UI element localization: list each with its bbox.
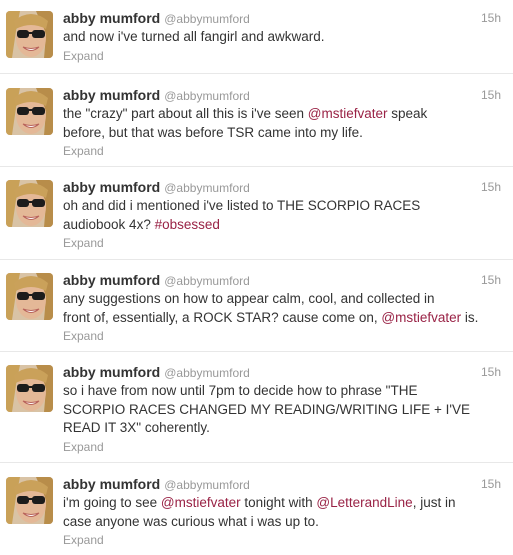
username[interactable]: @abbymumford: [164, 12, 250, 26]
expand-link[interactable]: Expand: [63, 48, 104, 65]
expand-link[interactable]: Expand: [63, 143, 104, 160]
timestamp[interactable]: 15h: [481, 477, 501, 491]
tweet-text-segment: any suggestions on how to appear calm, c…: [63, 291, 435, 325]
tweet-text: the "crazy" part about all this is i've …: [63, 105, 501, 142]
avatar[interactable]: [6, 88, 53, 135]
username[interactable]: @abbymumford: [164, 89, 250, 103]
timestamp[interactable]: 15h: [481, 365, 501, 379]
fullname[interactable]: abby mumford: [63, 87, 160, 103]
tweet[interactable]: abby mumford @abbymumford 15h and now i'v…: [0, 0, 513, 74]
hashtag-link[interactable]: #obsessed: [155, 217, 220, 232]
fullname[interactable]: abby mumford: [63, 476, 160, 492]
username[interactable]: @abbymumford: [164, 181, 250, 195]
avatar[interactable]: [6, 11, 53, 58]
tweet-text-segment: tonight with: [240, 495, 317, 510]
tweet-text: oh and did i mentioned i've listed to TH…: [63, 197, 501, 234]
tweet-text-segment: is.: [461, 309, 479, 325]
tweet[interactable]: abby mumford @abbymumford 15h oh and did …: [0, 167, 513, 260]
tweet-text-segment: and now i've turned all fangirl and awkw…: [63, 29, 325, 44]
username[interactable]: @abbymumford: [164, 478, 250, 492]
tweet-text: and now i've turned all fangirl and awkw…: [63, 28, 501, 47]
tweet[interactable]: abby mumford @abbymumford 15h i'm going t…: [0, 463, 513, 555]
timestamp[interactable]: 15h: [481, 273, 501, 287]
tweet-header: abby mumford @abbymumford: [63, 363, 501, 381]
mention-link[interactable]: @mstiefvater: [308, 106, 388, 121]
tweet-header: abby mumford @abbymumford: [63, 178, 501, 196]
expand-link[interactable]: Expand: [63, 235, 104, 252]
mention-link[interactable]: @mstiefvater: [381, 310, 461, 325]
tweet[interactable]: abby mumford @abbymumford 15h any suggest…: [0, 260, 513, 352]
tweet-text-segment: i'm going to see: [63, 495, 161, 510]
tweet-header: abby mumford @abbymumford: [63, 475, 501, 493]
username[interactable]: @abbymumford: [164, 274, 250, 288]
fullname[interactable]: abby mumford: [63, 364, 160, 380]
timestamp[interactable]: 15h: [481, 11, 501, 25]
fullname[interactable]: abby mumford: [63, 10, 160, 26]
tweet-header: abby mumford @abbymumford: [63, 86, 501, 104]
tweet[interactable]: abby mumford @abbymumford 15h the "crazy"…: [0, 74, 513, 167]
tweet-header: abby mumford @abbymumford: [63, 271, 501, 289]
tweet-text-segment: the "crazy" part about all this is i've …: [63, 106, 308, 121]
mention-link[interactable]: @LetterandLine: [316, 495, 412, 510]
tweet[interactable]: abby mumford @abbymumford 15h so i have f…: [0, 352, 513, 463]
expand-link[interactable]: Expand: [63, 532, 104, 549]
avatar[interactable]: [6, 180, 53, 227]
tweet-text-segment: oh and did i mentioned i've listed to TH…: [63, 198, 421, 232]
tweet-header: abby mumford @abbymumford: [63, 9, 501, 27]
fullname[interactable]: abby mumford: [63, 272, 160, 288]
avatar[interactable]: [6, 365, 53, 412]
fullname[interactable]: abby mumford: [63, 179, 160, 195]
tweet-stream: abby mumford @abbymumford 15h and now i'v…: [0, 0, 513, 555]
avatar[interactable]: [6, 477, 53, 524]
expand-link[interactable]: Expand: [63, 328, 104, 345]
mention-link[interactable]: @mstiefvater: [161, 495, 241, 510]
timestamp[interactable]: 15h: [481, 88, 501, 102]
tweet-text-segment: so i have from now until 7pm to decide h…: [63, 383, 471, 435]
username[interactable]: @abbymumford: [164, 366, 250, 380]
tweet-text: any suggestions on how to appear calm, c…: [63, 290, 501, 327]
expand-link[interactable]: Expand: [63, 439, 104, 456]
tweet-text: i'm going to see @mstiefvater tonight wi…: [63, 494, 501, 531]
timestamp[interactable]: 15h: [481, 180, 501, 194]
tweet-text: so i have from now until 7pm to decide h…: [63, 382, 501, 438]
avatar[interactable]: [6, 273, 53, 320]
